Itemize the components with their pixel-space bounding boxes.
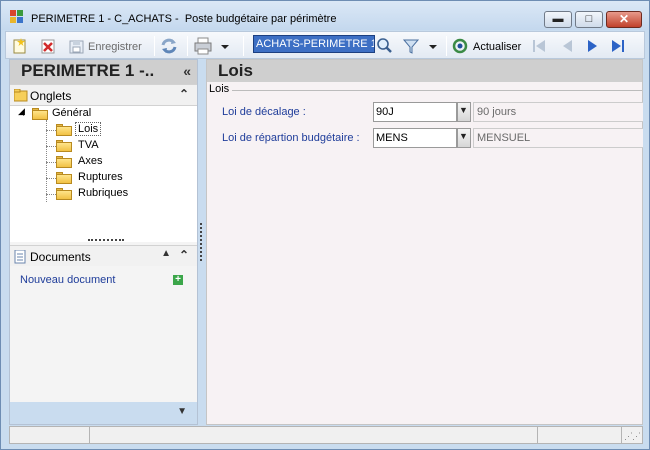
collapse-section-icon[interactable]: ⌃ [179,248,189,262]
panel-title-text: PERIMETRE 1 -.. [21,61,155,80]
shift-law-label: Loi de décalage : [222,106,306,118]
close-icon: ✕ [618,12,630,26]
sync-icon[interactable] [159,36,179,56]
tree-connector [46,120,47,202]
minimize-button[interactable]: ▬ [544,11,572,28]
documents-area: Nouveau document + [10,266,197,402]
tree-item-label: Axes [78,155,103,167]
tree-item-label: Rubriques [78,187,129,199]
chevron-down-icon[interactable] [220,36,230,56]
save-icon [69,40,84,54]
chevron-up-icon[interactable]: ▲ [161,248,171,259]
folder-icon [56,172,72,184]
new-record-icon[interactable] [12,36,28,56]
tree-item-rubriques[interactable]: Rubriques [50,186,190,202]
print-icon[interactable] [193,36,213,56]
budget-distribution-law-description: MENSUEL [473,128,643,148]
tree-item-label: Ruptures [78,171,123,183]
shift-law-description: 90 jours [473,102,643,122]
tree-item-axes[interactable]: Axes [50,154,190,170]
folder-icon [56,188,72,200]
title-bar[interactable]: PERIMETRE 1 - C_ACHATS - Poste budgétair… [1,1,649,30]
close-button[interactable]: ✕ [606,11,642,28]
app-icon [10,10,24,24]
status-cell [90,427,538,443]
document-icon [14,250,26,264]
save-button[interactable]: Enregistrer [88,41,142,53]
toolbar-separator [446,36,447,56]
double-chevron-down-icon: ▼ [459,131,468,141]
tabs-section-header[interactable]: Onglets ⌃ [10,84,197,106]
toolbar-separator [243,36,244,56]
shift-law-dropdown-button[interactable]: ▼ [457,102,471,122]
navigation-panel: PERIMETRE 1 -.. « Onglets ⌃ ◢ Général Lo… [9,59,198,425]
first-record-icon[interactable] [530,36,548,56]
budget-distribution-law-input[interactable]: MENS [373,128,457,148]
filter-icon[interactable] [402,36,420,56]
folder-icon [56,156,72,168]
next-record-icon[interactable] [584,36,602,56]
last-record-icon[interactable] [609,36,627,56]
maximize-icon: □ [585,13,593,25]
group-title: Lois [209,83,233,95]
documents-section-header[interactable]: Documents ▲ ⌃ [10,245,197,267]
previous-record-icon[interactable] [558,36,576,56]
status-cell [10,427,90,443]
page-title: Lois [207,60,642,82]
tree-item-label: Général [52,107,92,119]
toolbar: Enregistrer ACHATS-PERIMETRE 1 Actualise… [5,31,645,59]
status-cell [538,427,622,443]
status-bar: ⋰⋰ [9,426,643,444]
minimize-icon: ▬ [552,13,564,25]
tree-item-label: TVA [78,139,99,151]
toolbar-separator [187,36,188,56]
tree-item-tva[interactable]: TVA [50,138,190,154]
tree-expand-icon[interactable]: ◢ [18,106,25,117]
folder-icon [32,108,48,120]
record-search-input[interactable]: ACHATS-PERIMETRE 1 [253,35,375,53]
panel-title: PERIMETRE 1 -.. « [10,60,197,84]
delete-icon[interactable] [40,36,56,56]
collapse-section-icon[interactable]: ⌃ [179,87,189,101]
window-title: PERIMETRE 1 - C_ACHATS - Poste budgétair… [31,13,337,25]
chevron-down-icon[interactable] [428,36,438,56]
shift-law-input[interactable]: 90J [373,102,457,122]
refresh-button[interactable]: Actualiser [473,41,521,53]
budget-distribution-law-label: Loi de répartion budgétaire : [222,132,360,144]
tree-item-general[interactable]: ◢ Général [18,106,188,122]
folder-icon [14,89,28,102]
chevron-down-icon[interactable]: ▼ [177,406,187,417]
tree-item-lois[interactable]: Lois [50,122,190,138]
panel-footer: ▼ [10,402,197,424]
double-chevron-down-icon: ▼ [459,105,468,115]
new-document-link[interactable]: Nouveau document [20,274,115,286]
vertical-splitter-handle[interactable] [200,223,202,261]
open-folder-icon [56,124,72,136]
tabs-tree: ◢ Général Lois TVA Axes Ruptures Rubriqu… [10,106,197,242]
documents-section-label: Documents [30,250,91,264]
add-document-icon[interactable]: + [173,275,183,285]
application-window: PERIMETRE 1 - C_ACHATS - Poste budgétair… [0,0,650,450]
maximize-button[interactable]: □ [575,11,603,28]
refresh-icon [452,38,468,54]
budget-distribution-law-dropdown-button[interactable]: ▼ [457,128,471,148]
lois-group: Lois Loi de décalage : 90J ▼ 90 jours Lo… [209,83,643,150]
tree-item-label: Lois [75,122,102,136]
horizontal-splitter-handle[interactable] [88,239,124,241]
tree-item-ruptures[interactable]: Ruptures [50,170,190,186]
collapse-panel-icon[interactable]: « [183,63,191,79]
search-icon[interactable] [376,36,394,56]
resize-grip-icon[interactable]: ⋰⋰ [624,431,641,442]
tabs-section-label: Onglets [30,89,72,103]
main-content-panel: Lois Lois Loi de décalage : 90J ▼ 90 jou… [206,59,643,425]
folder-icon [56,140,72,152]
toolbar-separator [154,36,155,56]
